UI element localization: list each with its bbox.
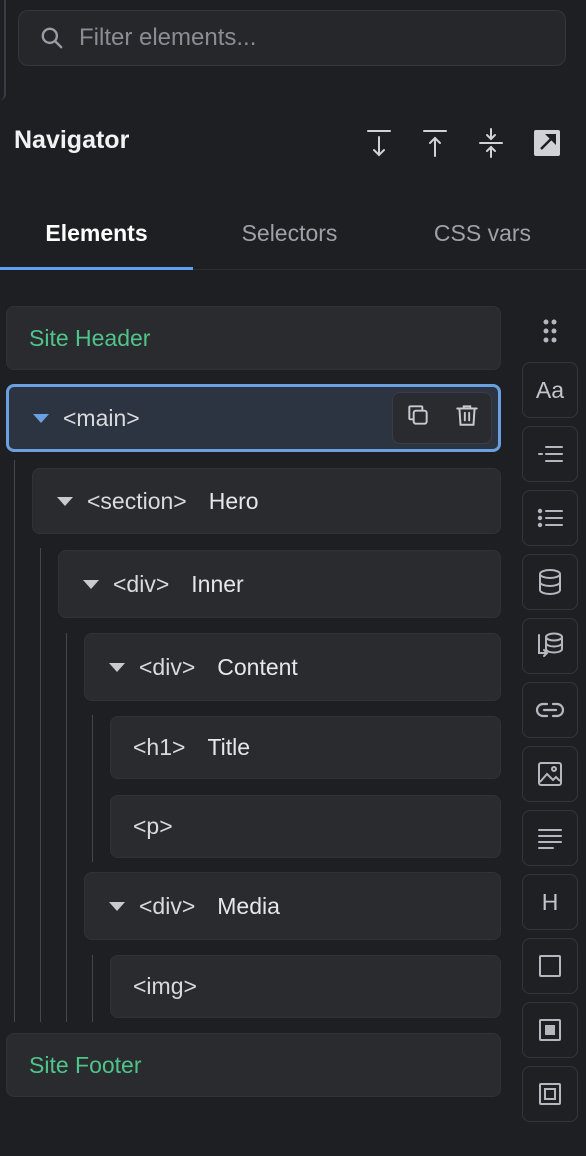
collapse-down-icon[interactable] (362, 124, 396, 162)
tree-item-div-content[interactable]: <div> Content (84, 633, 501, 701)
site-header-label: Site Header (29, 324, 151, 351)
tab-css-vars[interactable]: CSS vars (386, 198, 579, 269)
main-tag: <main> (63, 404, 140, 431)
element-tree: Site Header <main> <section> Hero <div> … (0, 300, 510, 1120)
container-icon[interactable] (522, 938, 578, 994)
tree-item-section[interactable]: <section> Hero (32, 468, 501, 534)
trash-icon[interactable] (454, 402, 480, 434)
navigator-tabs: Elements Selectors CSS vars (0, 198, 586, 270)
section-label: Hero (208, 487, 259, 514)
ordered-list-icon[interactable] (522, 426, 578, 482)
tree-guide (66, 633, 67, 1022)
section-icon[interactable] (522, 1066, 578, 1122)
caret-down-icon[interactable] (83, 579, 99, 589)
tree-guide (14, 460, 15, 1022)
filter-elements-input[interactable] (79, 24, 519, 52)
div-inner-tag: <div> (113, 570, 170, 597)
site-footer-label: Site Footer (29, 1051, 142, 1078)
section-tag: <section> (87, 487, 187, 514)
tree-guide (92, 715, 93, 862)
navigator-actions (362, 124, 564, 162)
database-query-icon[interactable] (522, 618, 578, 674)
typography-icon[interactable]: Aa (522, 362, 578, 418)
expand-up-icon[interactable] (418, 124, 452, 162)
text-button-label: Aa (535, 376, 565, 403)
tab-elements[interactable]: Elements (0, 198, 193, 270)
tree-item-p[interactable]: <p> (110, 795, 501, 858)
div-content-label: Content (217, 653, 298, 680)
tree-item-div-inner[interactable]: <div> Inner (58, 550, 501, 618)
h1-label: Title (207, 734, 251, 760)
drag-grip-icon[interactable] (522, 300, 578, 362)
search-icon (39, 25, 65, 51)
tree-item-main[interactable]: <main> (6, 384, 501, 452)
caret-down-icon[interactable] (33, 413, 49, 423)
p-tag: <p> (133, 813, 173, 839)
caret-down-icon[interactable] (57, 496, 73, 506)
open-external-icon[interactable] (530, 124, 564, 162)
div-inner-label: Inner (191, 570, 244, 597)
div-media-label: Media (217, 892, 280, 919)
tree-guide (92, 955, 93, 1022)
filter-search-bar[interactable] (18, 10, 566, 66)
caret-down-icon[interactable] (109, 662, 125, 672)
heading-icon[interactable]: H (522, 874, 578, 930)
div-content-tag: <div> (139, 653, 196, 680)
unordered-list-icon[interactable] (522, 490, 578, 546)
img-tag: <img> (133, 973, 197, 999)
image-icon[interactable] (522, 746, 578, 802)
insert-element-rail: Aa H (522, 300, 578, 1130)
caret-down-icon[interactable] (109, 901, 125, 911)
tree-item-site-header[interactable]: Site Header (6, 306, 501, 370)
tree-item-div-media[interactable]: <div> Media (84, 872, 501, 940)
database-icon[interactable] (522, 554, 578, 610)
h1-tag: <h1> (133, 734, 186, 760)
panel-edge (0, 0, 6, 100)
tree-guide (40, 548, 41, 1022)
tab-selectors[interactable]: Selectors (193, 198, 386, 269)
navigator-title: Navigator (14, 126, 130, 154)
link-icon[interactable] (522, 682, 578, 738)
row-tools (392, 392, 492, 444)
align-text-icon[interactable] (522, 810, 578, 866)
tree-item-img[interactable]: <img> (110, 955, 501, 1018)
heading-button-label: H (541, 888, 559, 915)
div-media-tag: <div> (139, 892, 196, 919)
collapse-all-icon[interactable] (474, 124, 508, 162)
tree-item-h1[interactable]: <h1> Title (110, 716, 501, 779)
block-icon[interactable] (522, 1002, 578, 1058)
duplicate-icon[interactable] (405, 402, 431, 434)
tree-item-site-footer[interactable]: Site Footer (6, 1033, 501, 1097)
